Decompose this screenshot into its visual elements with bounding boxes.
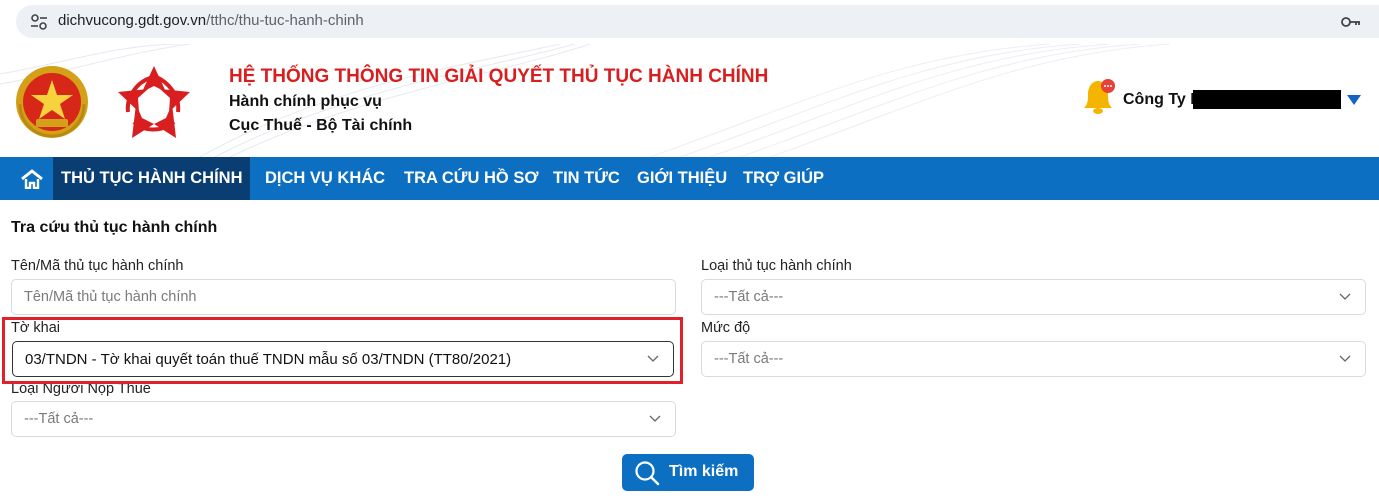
notification-bell-icon[interactable] bbox=[1076, 74, 1120, 118]
national-emblem-logo[interactable] bbox=[14, 64, 90, 140]
level-value: ---Tất cả--- bbox=[714, 351, 784, 367]
chevron-down-icon bbox=[1339, 293, 1351, 300]
site-settings-icon[interactable] bbox=[28, 11, 50, 33]
search-icon bbox=[635, 461, 660, 486]
chevron-down-icon bbox=[1339, 355, 1351, 362]
name-input-placeholder: Tên/Mã thủ tục hành chính bbox=[24, 289, 197, 305]
procedure-type-value: ---Tất cả--- bbox=[714, 289, 784, 305]
user-menu-caret-icon[interactable] bbox=[1347, 95, 1361, 105]
password-key-icon[interactable] bbox=[1340, 12, 1362, 32]
public-service-logo[interactable] bbox=[114, 62, 194, 142]
url-text[interactable]: dichvucong.gdt.gov.vn/tthc/thu-tuc-hanh-… bbox=[58, 12, 364, 29]
name-label: Tên/Mã thủ tục hành chính bbox=[11, 258, 184, 274]
site-header: HỆ THỐNG THÔNG TIN GIẢI QUYẾT THỦ TỤC HÀ… bbox=[0, 44, 1379, 157]
url-path: /tthc/thu-tuc-hanh-chinh bbox=[206, 12, 364, 29]
taxpayer-type-value: ---Tất cả--- bbox=[24, 411, 94, 427]
user-name[interactable]: Công Ty B bbox=[1123, 91, 1202, 109]
nav-item-gioi-thieu[interactable]: GIỚI THIỆU bbox=[629, 157, 735, 200]
nav-item-tra-cuu-ho-so[interactable]: TRA CỨU HỒ SƠ bbox=[396, 157, 546, 200]
nav-item-tin-tuc[interactable]: TIN TỨC bbox=[545, 157, 628, 200]
nav-item-tro-giup[interactable]: TRỢ GIÚP bbox=[735, 157, 832, 200]
chevron-down-icon bbox=[649, 415, 661, 422]
level-select[interactable]: ---Tất cả--- bbox=[701, 341, 1366, 377]
name-input[interactable]: Tên/Mã thủ tục hành chính bbox=[11, 279, 676, 315]
header-subtitle: Hành chính phục vụ bbox=[229, 93, 382, 110]
home-icon[interactable] bbox=[20, 169, 44, 189]
redacted-user-name bbox=[1193, 90, 1341, 109]
search-button-label: Tìm kiếm bbox=[669, 463, 739, 480]
procedure-type-label: Loại thủ tục hành chính bbox=[701, 258, 852, 274]
taxpayer-type-select[interactable]: ---Tất cả--- bbox=[11, 401, 676, 437]
main-nav: THỦ TỤC HÀNH CHÍNH DỊCH VỤ KHÁC TRA CỨU … bbox=[0, 157, 1379, 200]
red-highlight-annotation bbox=[2, 317, 683, 384]
header-organization: Cục Thuế - Bộ Tài chính bbox=[229, 117, 413, 134]
nav-item-thu-tuc-hanh-chinh[interactable]: THỦ TỤC HÀNH CHÍNH bbox=[53, 157, 251, 200]
url-host: dichvucong.gdt.gov.vn bbox=[58, 12, 207, 29]
page-title: Tra cứu thủ tục hành chính bbox=[11, 219, 218, 236]
nav-item-dich-vu-khac[interactable]: DỊCH VỤ KHÁC bbox=[257, 157, 393, 200]
browser-address-bar: dichvucong.gdt.gov.vn/tthc/thu-tuc-hanh-… bbox=[0, 0, 1379, 44]
search-button[interactable]: Tìm kiếm bbox=[622, 454, 754, 491]
system-title: HỆ THỐNG THÔNG TIN GIẢI QUYẾT THỦ TỤC HÀ… bbox=[229, 66, 769, 87]
procedure-type-select[interactable]: ---Tất cả--- bbox=[701, 279, 1366, 315]
level-label: Mức độ bbox=[701, 320, 751, 336]
